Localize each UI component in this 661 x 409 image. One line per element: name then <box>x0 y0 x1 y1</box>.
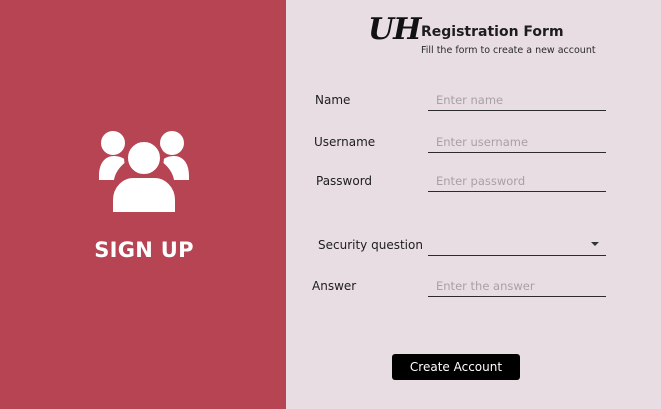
answer-label: Answer <box>312 279 357 293</box>
name-input[interactable] <box>428 89 606 111</box>
uh-logo: UH <box>368 12 422 47</box>
answer-input[interactable] <box>428 275 606 297</box>
password-label: Password <box>316 174 373 188</box>
chevron-down-icon[interactable] <box>591 242 599 246</box>
security-question-select[interactable] <box>428 233 606 256</box>
form-title: Registration Form <box>421 24 564 40</box>
username-label: Username <box>314 135 376 149</box>
users-group-icon <box>99 131 189 216</box>
name-label: Name <box>315 93 351 107</box>
create-account-button[interactable]: Create Account <box>392 354 520 380</box>
username-input[interactable] <box>428 131 606 153</box>
password-input[interactable] <box>428 170 606 192</box>
form-subtitle: Fill the form to create a new account <box>421 45 596 56</box>
signup-title: SIGN UP <box>94 238 194 262</box>
form-panel <box>286 0 661 409</box>
security-question-label: Security question <box>318 238 423 252</box>
signup-side-panel: SIGN UP <box>0 0 286 409</box>
